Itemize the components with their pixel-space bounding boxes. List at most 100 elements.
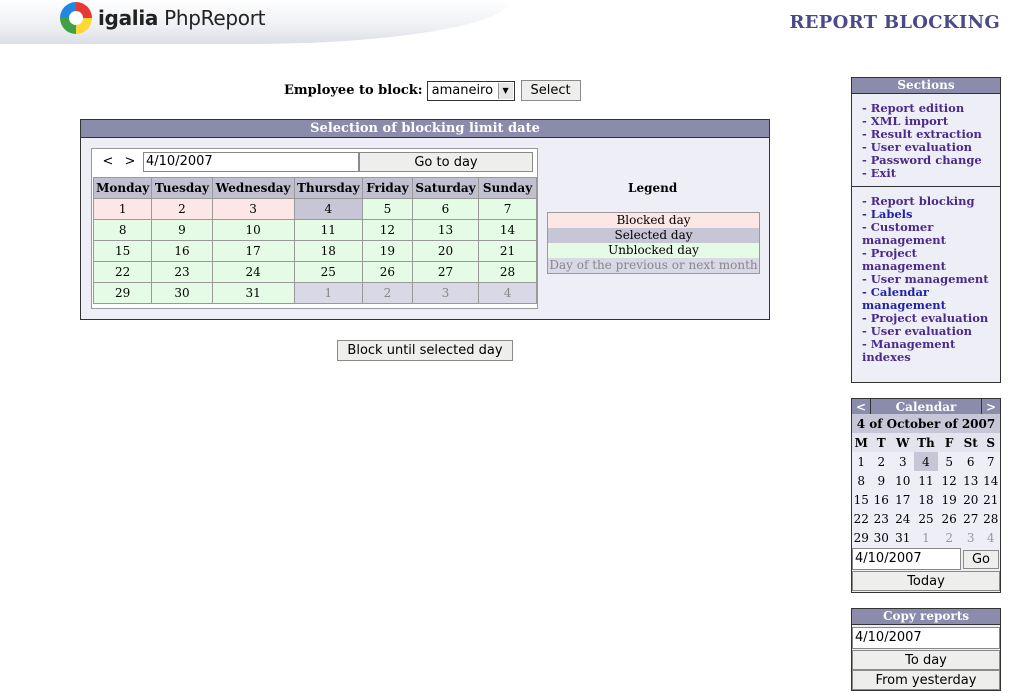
calendar-day-cell[interactable]: 24 xyxy=(211,261,295,283)
mini-day-cell[interactable]: 10 xyxy=(892,471,914,490)
mini-day-cell[interactable]: 25 xyxy=(914,509,939,528)
calendar-day-cell[interactable]: 19 xyxy=(361,240,413,262)
mini-day-cell[interactable]: 16 xyxy=(871,490,893,509)
mini-day-cell[interactable]: 28 xyxy=(982,509,1001,528)
mini-day-cell[interactable]: 26 xyxy=(938,509,960,528)
date-input[interactable]: 4/10/2007 xyxy=(143,152,359,172)
calendar-day-cell[interactable]: 2 xyxy=(361,282,413,304)
calendar-day-cell[interactable]: 28 xyxy=(478,261,537,283)
calendar-day-cell[interactable]: 17 xyxy=(211,240,295,262)
mini-day-cell[interactable]: 9 xyxy=(871,471,893,490)
mini-day-cell[interactable]: 3 xyxy=(892,452,914,471)
calendar-grid: Monday Tuesday Wednesday Thursday Friday Satu… xyxy=(92,177,537,304)
mini-weekday: Th xyxy=(913,433,939,452)
next-month-button[interactable]: > xyxy=(119,154,141,169)
calendar-day-cell[interactable]: 15 xyxy=(92,240,153,262)
weekday-header: Sunday xyxy=(478,177,537,199)
mini-day-cell[interactable]: 11 xyxy=(914,471,939,490)
go-to-day-button[interactable]: Go to day xyxy=(359,152,533,172)
mini-day-cell[interactable]: 21 xyxy=(982,490,1001,509)
calendar-day-cell[interactable]: 22 xyxy=(92,261,153,283)
calendar-widget: < Calendar > 4 of October of 2007 M T W Th F… xyxy=(851,398,1001,593)
select-button[interactable]: Select xyxy=(520,80,581,101)
mini-day-cell[interactable]: 18 xyxy=(914,490,939,509)
employee-select-value: amaneiro xyxy=(431,83,494,98)
mini-next-button[interactable]: > xyxy=(981,399,1000,414)
sections-link[interactable]: - Exit xyxy=(862,167,1000,180)
mini-weekday: M xyxy=(852,433,871,452)
calendar-day-cell[interactable]: 29 xyxy=(92,282,153,304)
calendar-day-cell[interactable]: 1 xyxy=(92,198,153,220)
prev-month-button[interactable]: < xyxy=(97,154,119,169)
mini-day-cell[interactable]: 17 xyxy=(892,490,914,509)
calendar-week-row: 15 16 17 18 19 20 21 xyxy=(92,240,537,262)
calendar-day-cell[interactable]: 20 xyxy=(411,240,480,262)
mini-prev-button[interactable]: < xyxy=(852,399,871,414)
mini-day-cell[interactable]: 1 xyxy=(914,528,939,547)
mini-day-cell[interactable]: 20 xyxy=(960,490,982,509)
mini-day-cell[interactable]: 12 xyxy=(938,471,960,490)
sections-link[interactable]: - Customer management xyxy=(862,221,1000,247)
calendar-day-cell[interactable]: 9 xyxy=(151,219,213,241)
calendar-day-cell[interactable]: 5 xyxy=(361,198,413,220)
copy-from-yesterday-button[interactable]: From yesterday xyxy=(852,670,1000,690)
mini-day-cell[interactable]: 15 xyxy=(852,490,871,509)
calendar-day-cell[interactable]: 11 xyxy=(293,219,363,241)
calendar-day-cell[interactable]: 25 xyxy=(293,261,363,283)
calendar-day-cell[interactable]: 1 xyxy=(293,282,363,304)
mini-day-cell[interactable]: 7 xyxy=(982,452,1001,471)
sections-link[interactable]: - Calendar management xyxy=(862,286,1000,312)
employee-select[interactable]: amaneiro ▼ xyxy=(426,80,515,101)
dropdown-arrow-icon[interactable]: ▼ xyxy=(497,82,513,99)
calendar-day-cell[interactable]: 6 xyxy=(411,198,480,220)
mini-day-cell[interactable]: 13 xyxy=(960,471,982,490)
mini-day-cell[interactable]: 6 xyxy=(960,452,982,471)
calendar-day-cell[interactable]: 31 xyxy=(211,282,295,304)
calendar-day-cell[interactable]: 13 xyxy=(411,219,480,241)
mini-day-cell[interactable]: 8 xyxy=(852,471,871,490)
sections-link[interactable]: - Management indexes xyxy=(862,338,1000,364)
mini-day-cell[interactable]: 14 xyxy=(982,471,1001,490)
mini-week-row: 1234567 xyxy=(852,452,1000,471)
mini-day-cell[interactable]: 22 xyxy=(852,509,871,528)
calendar-day-cell[interactable]: 23 xyxy=(151,261,213,283)
calendar-day-cell[interactable]: 3 xyxy=(211,198,295,220)
copy-to-day-button[interactable]: To day xyxy=(852,650,1000,670)
logo-brand: igalia xyxy=(98,6,159,30)
mini-day-cell[interactable]: 2 xyxy=(871,452,893,471)
mini-day-cell[interactable]: 23 xyxy=(871,509,893,528)
calendar-day-cell[interactable]: 27 xyxy=(411,261,480,283)
mini-day-cell[interactable]: 19 xyxy=(938,490,960,509)
mini-day-cell[interactable]: 3 xyxy=(960,528,982,547)
calendar-day-cell[interactable]: 16 xyxy=(151,240,213,262)
mini-day-cell[interactable]: 29 xyxy=(852,528,871,547)
calendar-day-cell[interactable]: 4 xyxy=(478,282,537,304)
mini-day-cell[interactable]: 1 xyxy=(852,452,871,471)
mini-day-cell[interactable]: 30 xyxy=(871,528,893,547)
mini-day-cell[interactable]: 27 xyxy=(960,509,982,528)
calendar-day-cell[interactable]: 12 xyxy=(361,219,413,241)
calendar-day-cell[interactable]: 4 xyxy=(293,198,363,220)
mini-day-cell[interactable]: 2 xyxy=(938,528,960,547)
calendar-day-cell[interactable]: 14 xyxy=(478,219,537,241)
block-until-selected-day-button[interactable]: Block until selected day xyxy=(337,340,513,361)
calendar-day-cell[interactable]: 2 xyxy=(151,198,213,220)
mini-day-cell[interactable]: 4 xyxy=(913,452,939,471)
calendar-day-cell[interactable]: 3 xyxy=(411,282,480,304)
calendar-day-cell[interactable]: 10 xyxy=(211,219,295,241)
calendar-day-cell[interactable]: 30 xyxy=(151,282,213,304)
calendar-day-cell[interactable]: 8 xyxy=(92,219,153,241)
copy-date-input[interactable]: 4/10/2007 xyxy=(852,627,1000,649)
mini-day-cell[interactable]: 24 xyxy=(892,509,914,528)
calendar-day-cell[interactable]: 26 xyxy=(361,261,413,283)
sections-link[interactable]: - Project management xyxy=(862,247,1000,273)
mini-day-cell[interactable]: 5 xyxy=(938,452,960,471)
mini-go-button[interactable]: Go xyxy=(963,550,999,569)
calendar-day-cell[interactable]: 21 xyxy=(478,240,537,262)
mini-day-cell[interactable]: 31 xyxy=(892,528,914,547)
mini-date-input[interactable]: 4/10/2007 xyxy=(852,548,961,570)
calendar-day-cell[interactable]: 7 xyxy=(478,198,537,220)
calendar-day-cell[interactable]: 18 xyxy=(293,240,363,262)
mini-day-cell[interactable]: 4 xyxy=(982,528,1001,547)
today-button[interactable]: Today xyxy=(852,571,1000,591)
